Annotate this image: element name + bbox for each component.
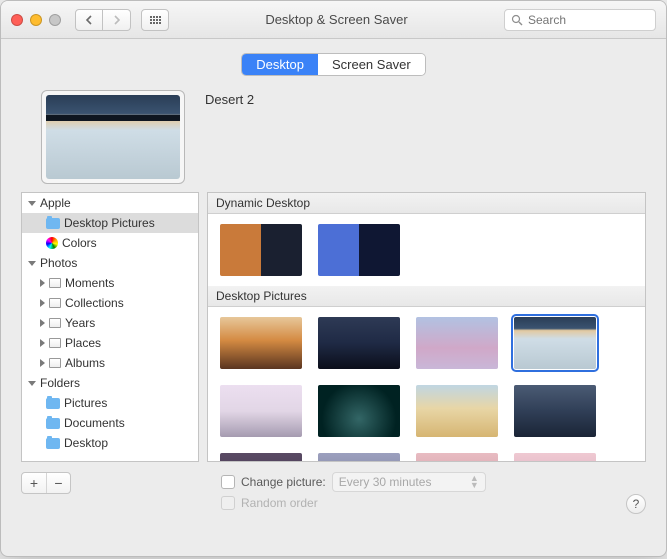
current-preview: [41, 90, 185, 184]
back-button[interactable]: [75, 9, 103, 31]
thumb-dynamic-1[interactable]: [220, 224, 302, 276]
disclosure-right-icon: [40, 279, 45, 287]
folder-icon: [46, 218, 60, 229]
disclosure-right-icon: [40, 319, 45, 327]
dynamic-thumbs: [208, 214, 645, 286]
close-icon[interactable]: [11, 14, 23, 26]
sidebar-item-apple[interactable]: Apple: [22, 193, 198, 213]
section-dynamic: Dynamic Desktop: [208, 193, 645, 214]
tab-screensaver[interactable]: Screen Saver: [318, 54, 425, 75]
forward-button[interactable]: [103, 9, 131, 31]
disclosure-right-icon: [40, 299, 45, 307]
change-picture-label: Change picture:: [241, 475, 326, 489]
thumb-pic-1[interactable]: [220, 317, 302, 369]
search-icon: [511, 14, 523, 26]
sidebar-item-places[interactable]: Places: [22, 333, 198, 353]
show-all-button[interactable]: [141, 9, 169, 31]
thumb-pic-2[interactable]: [318, 317, 400, 369]
photolib-icon: [49, 318, 61, 328]
photolib-icon: [49, 298, 61, 308]
thumb-pic-10[interactable]: [318, 453, 400, 462]
sidebar-item-albums[interactable]: Albums: [22, 353, 198, 373]
photolib-icon: [49, 338, 61, 348]
prefs-window: Desktop & Screen Saver Desktop Screen Sa…: [0, 0, 667, 557]
picture-thumbs: [208, 307, 645, 462]
sidebar-item-years[interactable]: Years: [22, 313, 198, 333]
minimize-icon[interactable]: [30, 14, 42, 26]
add-button[interactable]: +: [22, 473, 46, 493]
sidebar-item-moments[interactable]: Moments: [22, 273, 198, 293]
current-name: Desert 2: [205, 90, 254, 107]
traffic-lights: [11, 14, 61, 26]
tabs: Desktop Screen Saver: [241, 53, 425, 76]
sidebar-item-collections[interactable]: Collections: [22, 293, 198, 313]
remove-button[interactable]: −: [46, 473, 70, 493]
search-field[interactable]: [504, 9, 656, 31]
folder-icon: [46, 438, 60, 449]
thumb-pic-7[interactable]: [416, 385, 498, 437]
disclosure-down-icon: [28, 381, 36, 386]
thumb-pic-4[interactable]: [514, 317, 596, 369]
thumb-pic-3[interactable]: [416, 317, 498, 369]
sidebar-item-folders[interactable]: Folders: [22, 373, 198, 393]
plus-icon: +: [30, 475, 38, 491]
photolib-icon: [49, 278, 61, 288]
interval-select: Every 30 minutes ▲▼: [332, 472, 486, 492]
preview-image: [46, 95, 180, 179]
random-order-checkbox: [221, 496, 235, 510]
disclosure-right-icon: [40, 339, 45, 347]
thumb-pic-6[interactable]: [318, 385, 400, 437]
footer: + − Change picture: Every 30 minutes ▲▼ …: [1, 462, 666, 510]
folder-icon: [46, 418, 60, 429]
thumb-pic-5[interactable]: [220, 385, 302, 437]
sidebar-item-desktop-folder[interactable]: Desktop: [22, 433, 198, 453]
thumb-dynamic-2[interactable]: [318, 224, 400, 276]
minus-icon: −: [54, 475, 62, 491]
change-options: Change picture: Every 30 minutes ▲▼ Rand…: [221, 472, 486, 510]
titlebar: Desktop & Screen Saver: [1, 1, 666, 39]
source-sidebar[interactable]: Apple Desktop Pictures Colors Photos Mom…: [21, 192, 199, 462]
thumb-pic-9[interactable]: [220, 453, 302, 462]
main-row: Apple Desktop Pictures Colors Photos Mom…: [1, 192, 666, 462]
folder-icon: [46, 398, 60, 409]
thumb-pic-8[interactable]: [514, 385, 596, 437]
section-pictures: Desktop Pictures: [208, 286, 645, 307]
disclosure-right-icon: [40, 359, 45, 367]
help-button[interactable]: ?: [626, 494, 646, 514]
sidebar-item-photos[interactable]: Photos: [22, 253, 198, 273]
window-title: Desktop & Screen Saver: [169, 12, 504, 27]
random-order-label: Random order: [241, 496, 318, 510]
zoom-icon: [49, 14, 61, 26]
chevron-left-icon: [85, 15, 93, 25]
sidebar-item-desktop-pictures[interactable]: Desktop Pictures: [22, 213, 198, 233]
search-input[interactable]: [528, 13, 649, 27]
stepper-icon: ▲▼: [470, 475, 479, 489]
chevron-right-icon: [113, 15, 121, 25]
disclosure-down-icon: [28, 201, 36, 206]
sidebar-item-documents[interactable]: Documents: [22, 413, 198, 433]
thumb-pic-12[interactable]: [514, 453, 596, 462]
photolib-icon: [49, 358, 61, 368]
tab-desktop[interactable]: Desktop: [242, 54, 318, 75]
sidebar-item-pictures[interactable]: Pictures: [22, 393, 198, 413]
nav-buttons: [75, 9, 131, 31]
disclosure-down-icon: [28, 261, 36, 266]
grid-icon: [150, 16, 161, 24]
interval-value: Every 30 minutes: [339, 475, 432, 489]
sidebar-item-colors[interactable]: Colors: [22, 233, 198, 253]
change-picture-checkbox[interactable]: [221, 475, 235, 489]
add-remove-group: + −: [21, 472, 71, 494]
tabs-row: Desktop Screen Saver: [1, 39, 666, 76]
colorwheel-icon: [46, 237, 58, 249]
thumbnail-content: Dynamic Desktop Desktop Pictures: [207, 192, 646, 462]
thumb-pic-11[interactable]: [416, 453, 498, 462]
preview-row: Desert 2: [1, 76, 666, 192]
